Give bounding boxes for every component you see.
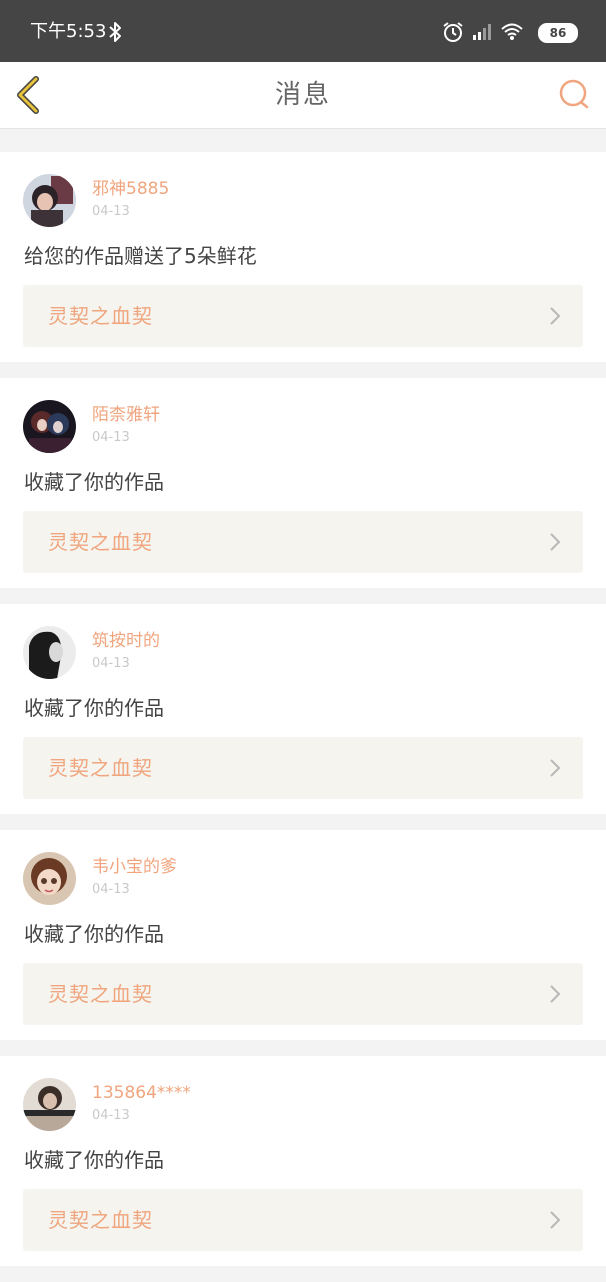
message-card: 陌柰雅轩 04-13 收藏了你的作品 灵契之血契 (0, 378, 606, 588)
work-link[interactable]: 灵契之血契 (23, 737, 583, 799)
alarm-icon (442, 21, 464, 47)
bluetooth-icon (108, 21, 122, 47)
app-header: 消息 (0, 62, 606, 129)
wifi-icon (500, 22, 524, 46)
avatar[interactable] (23, 1078, 76, 1131)
status-bar: 下午5:53 86 (0, 0, 606, 62)
signal-icon (472, 23, 494, 45)
message-date: 04-13 (92, 430, 130, 445)
message-date: 04-13 (92, 1108, 130, 1123)
chevron-right-icon (550, 985, 561, 1003)
message-date: 04-13 (92, 204, 130, 219)
message-card: 135864**** 04-13 收藏了你的作品 灵契之血契 (0, 1056, 606, 1266)
chevron-right-icon (550, 1211, 561, 1229)
work-title: 灵契之血契 (48, 530, 153, 554)
work-title: 灵契之血契 (48, 756, 153, 780)
work-title: 灵契之血契 (48, 982, 153, 1006)
chevron-right-icon (550, 533, 561, 551)
avatar[interactable] (23, 626, 76, 679)
message-text: 收藏了你的作品 (24, 470, 164, 494)
chevron-right-icon (550, 307, 561, 325)
work-link[interactable]: 灵契之血契 (23, 963, 583, 1025)
battery-icon: 86 (538, 23, 578, 43)
work-link[interactable]: 灵契之血契 (23, 511, 583, 573)
work-title: 灵契之血契 (48, 1208, 153, 1232)
message-text: 收藏了你的作品 (24, 1148, 164, 1172)
message-text: 收藏了你的作品 (24, 922, 164, 946)
page-title: 消息 (274, 80, 331, 110)
avatar[interactable] (23, 400, 76, 453)
work-title: 灵契之血契 (48, 304, 153, 328)
message-text: 收藏了你的作品 (24, 696, 164, 720)
search-icon (559, 79, 589, 109)
message-text: 给您的作品赠送了5朵鲜花 (24, 244, 257, 268)
username[interactable]: 135864**** (92, 1082, 191, 1104)
username[interactable]: 筑按时的 (92, 630, 160, 652)
work-link[interactable]: 灵契之血契 (23, 285, 583, 347)
message-card: 邪神5885 04-13 给您的作品赠送了5朵鲜花 灵契之血契 (0, 152, 606, 362)
username[interactable]: 韦小宝的爹 (92, 856, 177, 878)
status-time: 下午5:53 (30, 21, 107, 42)
message-date: 04-13 (92, 882, 130, 897)
message-date: 04-13 (92, 656, 130, 671)
username[interactable]: 邪神5885 (92, 178, 169, 200)
avatar[interactable] (23, 174, 76, 227)
chevron-right-icon (550, 759, 561, 777)
avatar[interactable] (23, 852, 76, 905)
message-card: 筑按时的 04-13 收藏了你的作品 灵契之血契 (0, 604, 606, 814)
message-list: 邪神5885 04-13 给您的作品赠送了5朵鲜花 灵契之血契 陌柰雅轩 04-… (0, 152, 606, 1282)
search-button[interactable] (556, 76, 594, 114)
username[interactable]: 陌柰雅轩 (92, 404, 160, 426)
message-card: 韦小宝的爹 04-13 收藏了你的作品 灵契之血契 (0, 830, 606, 1040)
work-link[interactable]: 灵契之血契 (23, 1189, 583, 1251)
